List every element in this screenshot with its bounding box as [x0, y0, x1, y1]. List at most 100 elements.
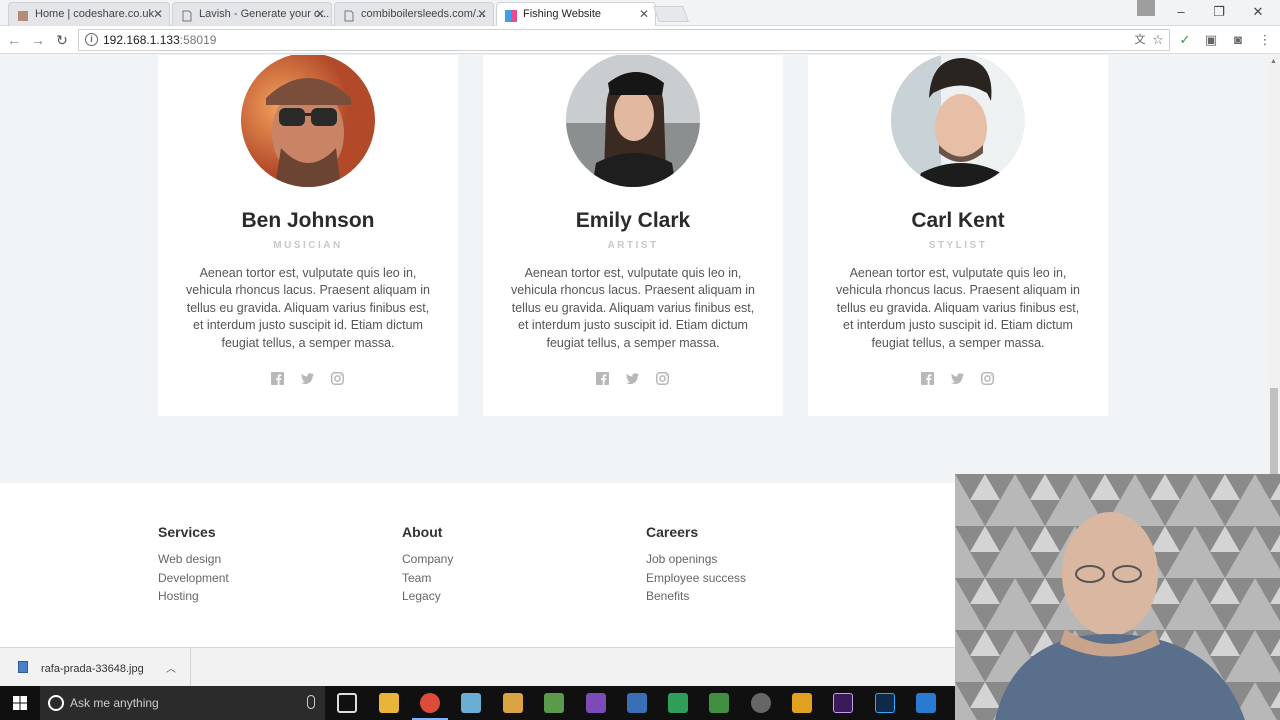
member-name: Carl Kent: [911, 209, 1005, 232]
footer-link[interactable]: Job openings: [646, 550, 746, 569]
footer-link[interactable]: Employee success: [646, 569, 746, 588]
team-card: Emily Clark ARTIST Aenean tortor est, vu…: [483, 55, 783, 416]
url-port: :58019: [179, 33, 217, 47]
social-links: [483, 372, 783, 386]
facebook-icon[interactable]: [921, 372, 934, 385]
member-role: ARTIST: [607, 240, 659, 251]
notepad-plus-icon[interactable]: [709, 693, 729, 713]
close-window-icon[interactable]: ✕: [1243, 2, 1273, 22]
photoshop-icon[interactable]: [875, 693, 895, 713]
chevron-up-icon[interactable]: ︿: [166, 660, 176, 675]
url-input[interactable]: i 192.168.1.133:58019 文 ☆: [78, 29, 1170, 51]
webcam-overlay: [955, 474, 1280, 720]
instagram-icon[interactable]: [981, 372, 994, 385]
back-icon[interactable]: ←: [4, 31, 24, 49]
team-card: Ben Johnson MUSICIAN Aenean tortor est, …: [158, 55, 458, 416]
footer-column-about: About Company Team Legacy: [402, 524, 453, 606]
new-tab-button[interactable]: [653, 6, 689, 22]
social-links: [158, 372, 458, 386]
footer-link[interactable]: Web design: [158, 550, 229, 569]
profile-icon[interactable]: [1137, 0, 1155, 16]
extension-v-icon[interactable]: ✓: [1176, 31, 1194, 49]
url-host: 192.168.1.133: [103, 33, 180, 47]
twitter-icon[interactable]: [951, 372, 964, 385]
instagram-icon[interactable]: [331, 372, 344, 385]
footer-link[interactable]: Hosting: [158, 587, 229, 606]
twitter-icon[interactable]: [626, 372, 639, 385]
obs-icon[interactable]: [751, 693, 771, 713]
facebook-icon[interactable]: [596, 372, 609, 385]
vscode-icon[interactable]: [916, 693, 936, 713]
member-name: Ben Johnson: [241, 209, 375, 232]
visual-studio-icon[interactable]: [586, 693, 606, 713]
footer-link[interactable]: Development: [158, 569, 229, 588]
close-tab-icon[interactable]: ✕: [153, 3, 163, 25]
footer-heading: Careers: [646, 524, 699, 540]
translate-icon[interactable]: 文: [1131, 31, 1149, 49]
footer-heading: About: [402, 524, 443, 540]
footer-heading: Services: [158, 524, 216, 540]
member-bio: Aenean tortor est, vulputate quis leo in…: [511, 266, 755, 350]
scrollbar-thumb[interactable]: [1270, 388, 1278, 474]
windows-logo-icon: [13, 696, 27, 710]
tab-title: Fishing Website: [523, 8, 602, 20]
close-tab-icon[interactable]: ✕: [639, 3, 649, 25]
browser-tab-strip: Home | codeshare.co.uk ✕ Lavish - Genera…: [0, 0, 1280, 26]
restore-icon[interactable]: ❐: [1204, 2, 1234, 22]
footer-column-careers: Careers Job openings Employee success Be…: [646, 524, 746, 606]
microphone-icon[interactable]: [307, 695, 315, 709]
tab-combiboilers[interactable]: combiboilersleeds.com/... ✕: [334, 2, 494, 26]
member-bio: Aenean tortor est, vulputate quis leo in…: [186, 266, 430, 350]
tab-title: Home | codeshare.co.uk: [35, 8, 155, 20]
download-item[interactable]: rafa-prada-33648.jpg ︿: [0, 648, 191, 686]
codeshare-favicon-icon: [17, 8, 29, 21]
cortana-search-box[interactable]: Ask me anything: [40, 686, 325, 720]
footer-column-services: Services Web design Development Hosting: [158, 524, 229, 606]
chrome-icon[interactable]: [412, 693, 448, 720]
camera-icon[interactable]: ◙: [1229, 31, 1247, 49]
page-icon: [181, 8, 193, 22]
tab-title: combiboilersleeds.com/...: [361, 8, 486, 20]
tab-fishing-website[interactable]: Fishing Website ✕: [496, 2, 656, 26]
facebook-icon[interactable]: [271, 372, 284, 385]
footer-link[interactable]: Team: [402, 569, 453, 588]
footer-link[interactable]: Benefits: [646, 587, 746, 606]
premiere-icon[interactable]: [833, 693, 853, 713]
footer-link[interactable]: Company: [402, 550, 453, 569]
url-text: 192.168.1.133:58019: [103, 33, 216, 47]
app-icon[interactable]: [544, 693, 564, 713]
menu-dots-icon[interactable]: ⋮: [1256, 31, 1274, 49]
footer-link[interactable]: Legacy: [402, 587, 453, 606]
download-file-name: rafa-prada-33648.jpg: [41, 663, 144, 675]
tab-codeshare[interactable]: Home | codeshare.co.uk ✕: [8, 2, 170, 26]
address-bar-row: ← → ↻ i 192.168.1.133:58019 文 ☆ ✓ ▣ ◙ ⋮: [0, 26, 1280, 54]
bookmark-star-icon[interactable]: ☆: [1149, 31, 1167, 49]
close-tab-icon[interactable]: ✕: [477, 3, 487, 25]
social-links: [808, 372, 1108, 386]
task-view-icon[interactable]: [337, 693, 357, 713]
close-tab-icon[interactable]: ✕: [315, 3, 325, 25]
member-role: MUSICIAN: [273, 240, 343, 251]
app-icon[interactable]: [461, 693, 481, 713]
tab-lavish[interactable]: Lavish - Generate your o... ✕: [172, 2, 332, 26]
scroll-up-icon[interactable]: ▲: [1270, 58, 1277, 65]
media-player-icon[interactable]: [792, 693, 812, 713]
windows-start-button[interactable]: [0, 686, 40, 720]
site-info-icon[interactable]: i: [85, 33, 98, 46]
twitter-icon[interactable]: [301, 372, 314, 385]
page-icon: [343, 8, 355, 22]
fishing-website-favicon-icon: [505, 8, 517, 22]
tools-icon[interactable]: [503, 693, 523, 713]
cortana-icon: [48, 695, 64, 711]
image-file-icon: [18, 661, 28, 673]
extension-square-icon[interactable]: ▣: [1202, 31, 1220, 49]
forward-icon[interactable]: →: [28, 31, 48, 49]
file-explorer-icon[interactable]: [379, 693, 399, 713]
reload-icon[interactable]: ↻: [52, 31, 72, 49]
google-drive-icon[interactable]: [668, 693, 688, 713]
team-card: Carl Kent STYLIST Aenean tortor est, vul…: [808, 55, 1108, 416]
instagram-icon[interactable]: [656, 372, 669, 385]
app-icon[interactable]: [627, 693, 647, 713]
minimize-icon[interactable]: –: [1166, 2, 1196, 22]
member-role: STYLIST: [928, 240, 988, 251]
